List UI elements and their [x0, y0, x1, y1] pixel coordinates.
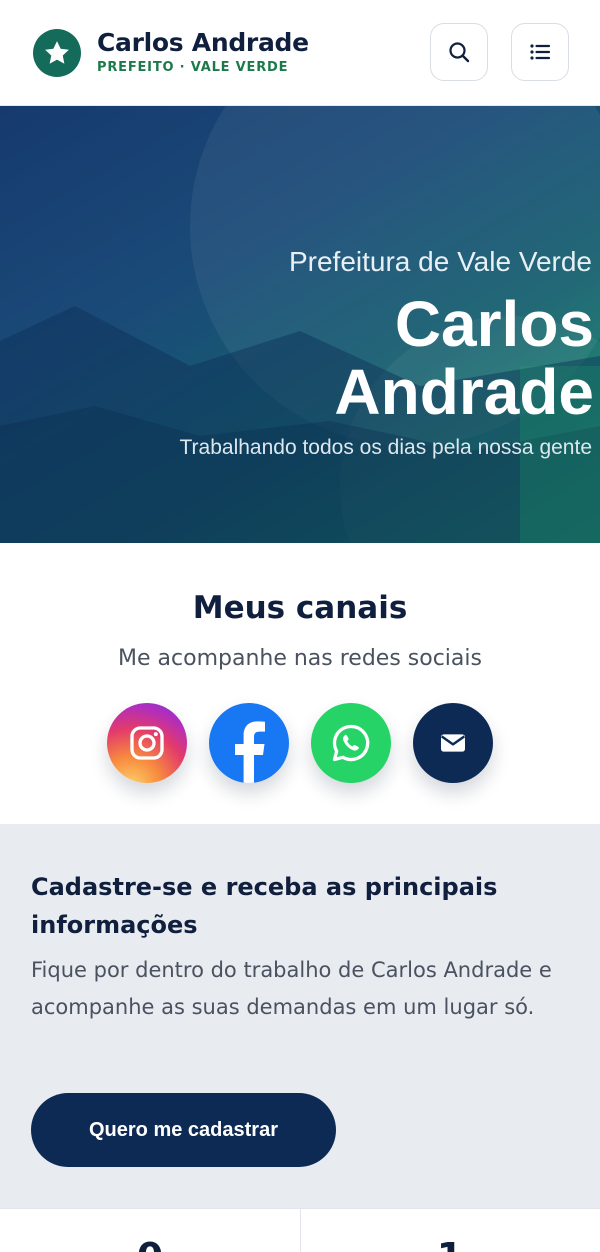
stat-value-right: 1	[300, 1235, 600, 1252]
site-header: Carlos Andrade PREFEITO · VALE VERDE	[0, 0, 600, 106]
stat-value-left: 0	[0, 1235, 300, 1252]
facebook-icon	[235, 721, 265, 783]
search-icon	[449, 42, 470, 63]
brand-name[interactable]: Carlos Andrade	[97, 28, 309, 57]
hero-tagline: Trabalhando todos os dias pela nossa gen…	[179, 436, 592, 459]
hero-title: Carlos Andrade	[174, 290, 594, 426]
email-link[interactable]	[413, 703, 493, 783]
stats-strip: 0 1	[0, 1208, 600, 1252]
star-logo-icon[interactable]	[33, 29, 81, 77]
menu-button[interactable]	[511, 23, 569, 81]
hero-banner: Prefeitura de Vale Verde Carlos Andrade …	[0, 106, 600, 543]
list-menu-icon	[530, 44, 551, 60]
whatsapp-link[interactable]	[311, 703, 391, 783]
hero-title-line2: Andrade	[334, 356, 594, 428]
whatsapp-icon	[332, 724, 370, 762]
register-text: Fique por dentro do trabalho de Carlos A…	[31, 958, 552, 1019]
channels-section: Meus canais Me acompanhe nas redes socia…	[0, 543, 600, 824]
brand-subtitle: PREFEITO · VALE VERDE	[97, 60, 289, 75]
channels-title: Meus canais	[192, 590, 408, 626]
search-button[interactable]	[430, 23, 488, 81]
instagram-link[interactable]	[107, 703, 187, 783]
facebook-link[interactable]	[209, 703, 289, 783]
register-section: Cadastre-se e receba as principais infor…	[0, 824, 600, 1208]
channels-subtitle: Me acompanhe nas redes sociais	[118, 646, 482, 671]
hero-kicker: Prefeitura de Vale Verde	[288, 246, 592, 277]
register-title: Cadastre-se e receba as principais infor…	[31, 873, 498, 939]
email-icon	[440, 734, 466, 752]
register-button[interactable]: Quero me cadastrar	[31, 1093, 336, 1167]
hero-title-line1: Carlos	[394, 288, 594, 360]
instagram-icon	[130, 726, 164, 760]
